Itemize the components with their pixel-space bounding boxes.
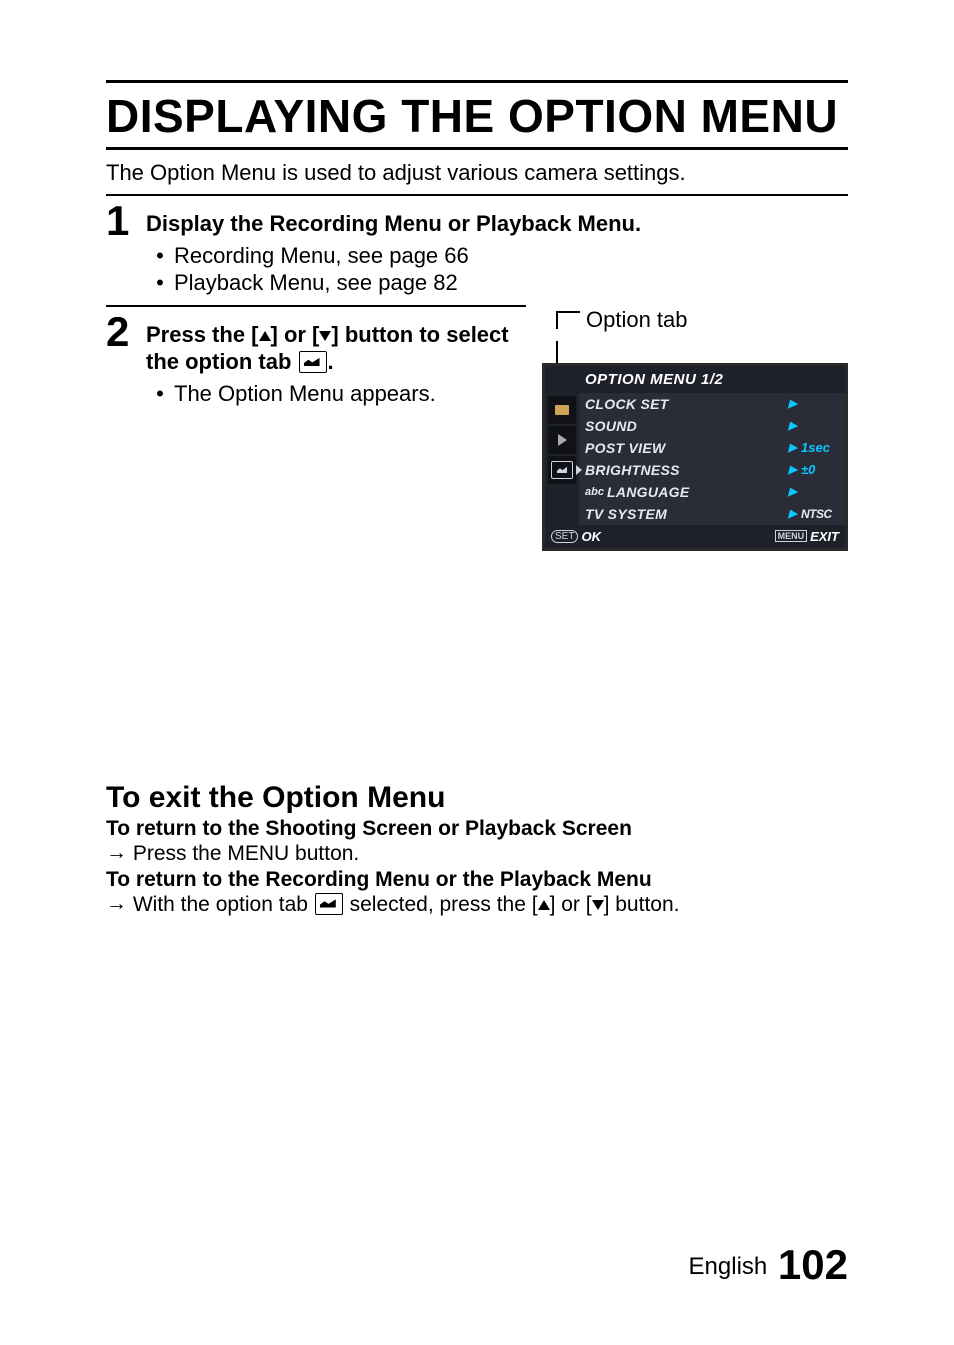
step-2: 2 Press the [] or [] button to select th… bbox=[106, 313, 524, 408]
callout-stem-icon bbox=[556, 341, 558, 363]
play-icon bbox=[558, 434, 567, 446]
step-2-heading: Press the [] or [] button to select the … bbox=[146, 321, 524, 376]
step-1-number: 1 bbox=[106, 200, 146, 242]
lcd-row-brightness: BRIGHTNESS ▶ ±0 bbox=[579, 459, 845, 481]
lcd-item-value: ±0 bbox=[801, 462, 845, 477]
lcd-screen: OPTION MENU 1/2 CLOCK SET ▶ bbox=[542, 363, 848, 551]
language-prefix-icon: abc bbox=[585, 486, 604, 498]
step-2-bullets: • The Option Menu appears. bbox=[146, 380, 524, 408]
exit-sub2-line-b: selected, press the [ bbox=[344, 893, 538, 916]
exit-sub1-line-text: Press the MENU button. bbox=[127, 842, 359, 865]
lcd-item-value: NTSC bbox=[801, 507, 845, 521]
step-2-body: Press the [] or [] button to select the … bbox=[146, 313, 524, 408]
step-1-body: Display the Recording Menu or Playback M… bbox=[146, 202, 848, 297]
step-1-bullet-1-text: Recording Menu, see page 66 bbox=[174, 242, 469, 270]
triangle-down-icon bbox=[319, 331, 331, 341]
lcd-footer-exit: MENU EXIT bbox=[775, 529, 839, 544]
exit-sub1-line: → Press the MENU button. bbox=[106, 842, 848, 866]
lcd-item-label: BRIGHTNESS bbox=[585, 462, 785, 478]
exit-heading: To exit the Option Menu bbox=[106, 781, 848, 815]
option-tab-icon bbox=[315, 893, 343, 915]
step-1-bullet-2-text: Playback Menu, see page 82 bbox=[174, 269, 458, 297]
callout-bracket-icon bbox=[556, 311, 580, 329]
selection-triangle-icon bbox=[576, 465, 582, 475]
option-tab-label: Option tab bbox=[586, 307, 688, 333]
lcd-footer-ok-text: OK bbox=[581, 529, 601, 544]
option-tab-icon bbox=[299, 351, 327, 373]
exit-sub2-line-c: ] or [ bbox=[550, 893, 592, 916]
lcd-tab-option bbox=[548, 456, 576, 484]
step-2-heading-part1: Press the [ bbox=[146, 322, 259, 347]
exit-sub2-bold: To return to the Recording Menu or the P… bbox=[106, 868, 848, 892]
arrow-right-icon: ▶ bbox=[789, 463, 797, 476]
lcd-item-label: TV SYSTEM bbox=[585, 506, 785, 522]
arrow-right-icon: ▶ bbox=[789, 419, 797, 432]
lcd-item-label: CLOCK SET bbox=[585, 396, 785, 412]
bullet-dot-icon: • bbox=[146, 269, 174, 297]
lcd-footer: SET OK MENU EXIT bbox=[545, 525, 845, 548]
triangle-up-icon bbox=[538, 900, 550, 910]
arrow-right-icon: ▶ bbox=[789, 397, 797, 410]
lcd-item-label: SOUND bbox=[585, 418, 785, 434]
step-2-heading-part4: . bbox=[328, 349, 334, 374]
set-badge-icon: SET bbox=[551, 530, 578, 543]
footer-language: English bbox=[689, 1253, 768, 1280]
lcd-row-tv-system: TV SYSTEM ▶ NTSC bbox=[579, 503, 845, 525]
step-2-heading-part2: ] or [ bbox=[271, 322, 320, 347]
triangle-down-icon bbox=[592, 900, 604, 910]
exit-sub2-line: → With the option tab selected, press th… bbox=[106, 893, 848, 917]
arrow-right-icon: ▶ bbox=[789, 441, 797, 454]
page-footer: English 102 bbox=[689, 1241, 848, 1289]
option-tab-icon bbox=[551, 461, 573, 479]
bullet-dot-icon: • bbox=[146, 380, 174, 408]
step-1-bullets: • Recording Menu, see page 66 • Playback… bbox=[146, 242, 848, 297]
exit-sub2-line-a: With the option tab bbox=[127, 893, 314, 916]
lcd-footer-ok: SET OK bbox=[551, 529, 601, 544]
step-1: 1 Display the Recording Menu or Playback… bbox=[106, 202, 848, 297]
camera-icon bbox=[555, 405, 569, 415]
step-1-bullet-2: • Playback Menu, see page 82 bbox=[146, 269, 848, 297]
arrow-right-icon: ▶ bbox=[789, 507, 797, 520]
rule-top bbox=[106, 80, 848, 83]
step-2-bullet-1-text: The Option Menu appears. bbox=[174, 380, 436, 408]
intro-text: The Option Menu is used to adjust variou… bbox=[106, 160, 848, 186]
lcd-body: CLOCK SET ▶ SOUND ▶ POST VIEW ▶ 1s bbox=[545, 393, 845, 525]
step-1-heading: Display the Recording Menu or Playback M… bbox=[146, 210, 848, 238]
option-tab-callout: Option tab bbox=[556, 307, 848, 333]
step-2-wrap: 2 Press the [] or [] button to select th… bbox=[106, 313, 848, 551]
arrow-right-icon: → bbox=[106, 841, 127, 865]
bullet-dot-icon: • bbox=[146, 242, 174, 270]
menu-badge-icon: MENU bbox=[775, 530, 808, 542]
lcd-item-label: LANGUAGE bbox=[607, 484, 785, 500]
step-1-bullet-1: • Recording Menu, see page 66 bbox=[146, 242, 848, 270]
lcd-row-clock-set: CLOCK SET ▶ bbox=[579, 393, 845, 415]
rule-step1 bbox=[106, 194, 848, 196]
footer-page-number: 102 bbox=[778, 1241, 848, 1288]
lcd-row-sound: SOUND ▶ bbox=[579, 415, 845, 437]
lcd-footer-exit-text: EXIT bbox=[810, 529, 839, 544]
lcd-tab-play bbox=[548, 426, 576, 454]
lcd-row-post-view: POST VIEW ▶ 1sec bbox=[579, 437, 845, 459]
lcd-items: CLOCK SET ▶ SOUND ▶ POST VIEW ▶ 1s bbox=[579, 393, 845, 525]
step-2-bullet-1: • The Option Menu appears. bbox=[146, 380, 524, 408]
exit-sub2-line-d: ] button. bbox=[604, 893, 680, 916]
lcd-row-language: abc LANGUAGE ▶ bbox=[579, 481, 845, 503]
arrow-right-icon: ▶ bbox=[789, 485, 797, 498]
lcd-title: OPTION MENU 1/2 bbox=[545, 366, 845, 393]
option-menu-figure: Option tab OPTION MENU 1/2 bbox=[542, 307, 848, 551]
step-2-number: 2 bbox=[106, 311, 146, 353]
lcd-item-value: 1sec bbox=[801, 440, 845, 455]
lcd-item-label: POST VIEW bbox=[585, 440, 785, 456]
lcd-tabs bbox=[545, 393, 579, 525]
exit-sub1-bold: To return to the Shooting Screen or Play… bbox=[106, 817, 848, 841]
rule-under-title bbox=[106, 147, 848, 150]
manual-page: DISPLAYING THE OPTION MENU The Option Me… bbox=[0, 0, 954, 1345]
rule-step2 bbox=[106, 305, 526, 307]
arrow-right-icon: → bbox=[106, 892, 127, 916]
triangle-up-icon bbox=[259, 331, 271, 341]
lcd-tab-camera bbox=[548, 396, 576, 424]
page-title: DISPLAYING THE OPTION MENU bbox=[106, 89, 848, 143]
